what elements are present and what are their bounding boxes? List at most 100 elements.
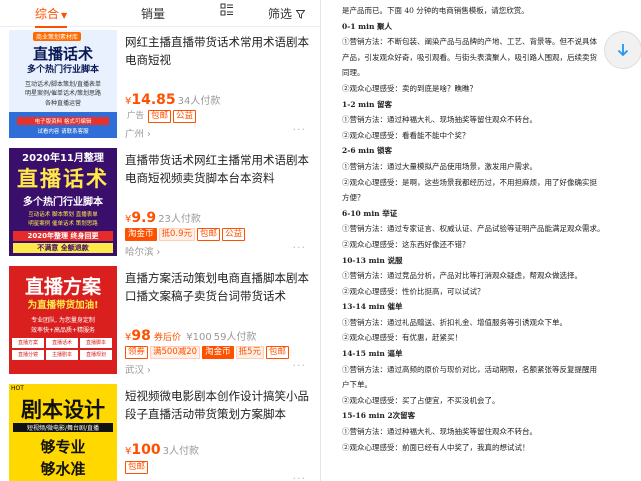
product-location[interactable]: 广州 › [125,126,151,140]
product-thumbnail[interactable]: HOT 剧本设计 短视频/微电影/舞台剧/直播 够专业 够水准 [9,384,117,481]
product-title[interactable]: 直播带货话术网红主播常用术语剧本电商短视频卖货脚本台本资料 [125,151,315,187]
section-text: ②观众心理感受：这东西好像还不错？ [342,239,470,249]
product-tags: 广告 包邮 公益 [125,110,198,123]
thumb-text: 2020年整理 终身回更 [13,231,113,241]
document-panel: 是产品而已。下面 40 分钟的电商销售模板，请您欣赏。 0-1 min 聚人 ①… [320,0,641,481]
product-price: ¥9.9 23人付款 [125,210,201,226]
paid-count: 3人付款 [162,446,199,457]
product-card[interactable]: 直播方案 为直播带货加油! 专业团队, 为您量身定制 效率快+高品质+精服务 直… [0,266,320,382]
thumb-text: 效率快+高品质+精服务 [30,327,96,334]
more-options-icon[interactable]: ··· [293,359,307,372]
thumb-chip: 直播分镜 [12,350,44,360]
section-text: ②观众心理感受：性价比挺高，可以试试？ [342,286,485,296]
product-title[interactable]: 直播方案活动策划电商直播脚本剧本口播文案稿子卖货台词带货话术 [125,269,315,305]
product-tags: 包邮 [125,461,150,474]
product-card[interactable]: 商业策划素材库 直播话术 多个热门行业脚本 互动话术/脚本策划/直播表单 明星案… [0,30,320,146]
section-text: ①营销方法：通过竞品分析，产品对比等打消观众疑虑，帮观众做选择。 [342,271,582,281]
chevron-right-icon: › [156,247,161,258]
thumb-chip: 直播脚本 [80,338,112,348]
paid-count: 23人付款 [158,214,201,225]
product-tags: 淘金币 抵0.9元 包邮 公益 [125,228,247,241]
thumb-heading: 直播方案 [24,276,101,298]
original-price: ¥100 [186,332,212,343]
tag-free-shipping: 包邮 [125,461,149,474]
location-label: 哈尔滨 [125,247,154,258]
product-thumbnail[interactable]: 商业策划素材库 直播话术 多个热门行业脚本 互动话术/脚本策划/直播表单 明星案… [9,30,117,138]
section-heading: 0-1 min 聚人 [342,21,393,31]
section-text: ①营销方法：通过高频的原价与现价对比，活动期限，名额紧张等反复提醒用 [342,364,597,374]
section-heading: 6-10 min 举证 [342,208,398,218]
tag-charity: 公益 [222,228,246,241]
thumb-footer: 试看内容 请联系客服 [37,129,89,135]
tag-taojinbi: 淘金币 [125,228,157,241]
product-location[interactable]: 武汉 › [125,362,151,376]
price-value: 9.9 [131,210,157,226]
thumb-subheading: 为直播带货加油! [27,300,99,311]
product-title[interactable]: 短视频微电影剧本创作设计搞笑小品段子直播活动带货策划方案脚本 [125,387,315,423]
product-thumbnail[interactable]: 2020年11月整理 直播话术 多个热门行业脚本 互动话术 脚本策划 直播表单 … [9,148,117,256]
thumb-text: 不满意 全额退款 [13,243,113,253]
section-heading: 2-6 min 锁客 [342,146,393,156]
product-card[interactable]: HOT 剧本设计 短视频/微电影/舞台剧/直播 够专业 够水准 短视频微电影剧本… [0,384,320,481]
product-title[interactable]: 网红主播直播带货话术常用术语剧本电商短视 [125,33,315,69]
sort-comprehensive-tab[interactable]: 综合 ▼ [35,5,67,28]
funnel-icon [295,10,306,19]
section-text: 方便？ [342,193,365,203]
sort-sales-label: 销量 [141,7,166,21]
section-text: ②观众心理感受：是啊，这些场景我都经历过，不用担麻烦，用了好像确实挺 [342,177,597,187]
filter-button[interactable]: 筛选 [268,5,306,22]
scroll-down-button[interactable] [604,31,641,69]
thumb-badge: HOT [11,385,24,392]
thumb-heading: 直播话术 [17,167,109,191]
tag-discount: 抵5元 [235,346,264,359]
more-options-icon[interactable]: ··· [293,241,307,254]
thumb-chip: 直播规划 [80,350,112,360]
section-text: ①营销方法：通过种福大礼、现场抽奖等留住观众不转台。 [342,115,537,125]
screen: 综合 ▼ 销量 筛选 商业策划素材库 直播话术 多个热门行业脚本 互动话术/脚本策… [0,0,641,481]
section-text: ①营销方法：不断包装、阐染产品与品牌的产地、工艺、背景等。但不说具体 [342,37,597,47]
filter-label: 筛选 [268,7,293,21]
tag-free-shipping: 包邮 [197,228,221,241]
product-thumbnail[interactable]: 直播方案 为直播带货加油! 专业团队, 为您量身定制 效率快+高品质+精服务 直… [9,266,117,374]
more-options-icon[interactable]: ··· [293,123,307,136]
section-heading: 15-16 min 2次留客 [342,411,416,421]
product-list-panel: 综合 ▼ 销量 筛选 商业策划素材库 直播话术 多个热门行业脚本 互动话术/脚本策… [0,0,320,481]
arrow-down-icon [617,44,629,57]
caret-down-icon: ▼ [61,11,68,20]
section-text: 同理。 [342,68,365,78]
section-text: 产品，引发观众好奇，吸引观看。与街头表演聚人，吸引路人围观，后续卖货 [342,52,597,62]
product-price: ¥98 券后价 ¥100 59人付款 [125,328,256,344]
document-body: 是产品而已。下面 40 分钟的电商销售模板，请您欣赏。 0-1 min 聚人 ①… [342,3,632,455]
product-location[interactable]: 哈尔滨 › [125,244,160,258]
sort-bar: 综合 ▼ 销量 筛选 [0,0,320,27]
chevron-right-icon: › [147,365,151,376]
section-text: ②观众心理感受：前面已经有人中奖了，我真的想试试！ [342,442,530,452]
price-value: 98 [131,328,151,344]
thumb-text: 互动话术/脚本策划/直播表单 [24,81,102,88]
sort-sales-tab[interactable]: 销量 [141,5,165,22]
paid-count: 59人付款 [213,332,257,343]
product-card[interactable]: 2020年11月整理 直播话术 多个热门行业脚本 互动话术 脚本策划 直播表单 … [0,148,320,264]
more-options-icon[interactable]: ··· [293,472,307,481]
thumb-footer: 电子版资料 格式可编辑 [17,117,109,125]
thumb-subheading: 多个热门行业脚本 [26,65,99,75]
section-text: ②观众心理感受：买了占便宜，不买没机会了。 [342,395,500,405]
tag-discount: 满500减20 [150,346,201,359]
section-text: ①营销方法：通过种福大礼、现场抽奖等留住观众不转台。 [342,427,537,437]
section-heading: 1-2 min 留客 [342,99,393,109]
thumb-chip: 直播话术 [46,338,78,348]
section-heading: 14-15 min 逼单 [342,349,403,359]
section-text: ①营销方法：通过大量模拟产品使用场景，激发用户需求。 [342,161,537,171]
section-text: ②观众心理感受：卖的到底是啥？瞧瞧？ [342,83,477,93]
list-view-icon[interactable] [220,3,234,20]
section-text: ①营销方法：通过专家证言、权威认证、产品试验等证明产品能满足观众需求。 [342,224,605,234]
thumb-text: 明星案例/催单话术/策划思路 [24,90,102,97]
product-price: ¥14.85 34人付款 [125,92,220,108]
section-text: ②观众心理感受：看看能不能中个奖？ [342,130,470,140]
tag-free-shipping: 包邮 [148,110,172,123]
thumb-text: 专业团队, 为您量身定制 [31,317,95,324]
paid-count: 34人付款 [177,96,221,107]
tag-taojinbi: 淘金币 [202,346,234,359]
thumb-chip: 主播剧本 [46,350,78,360]
price-value: 100 [131,442,161,458]
